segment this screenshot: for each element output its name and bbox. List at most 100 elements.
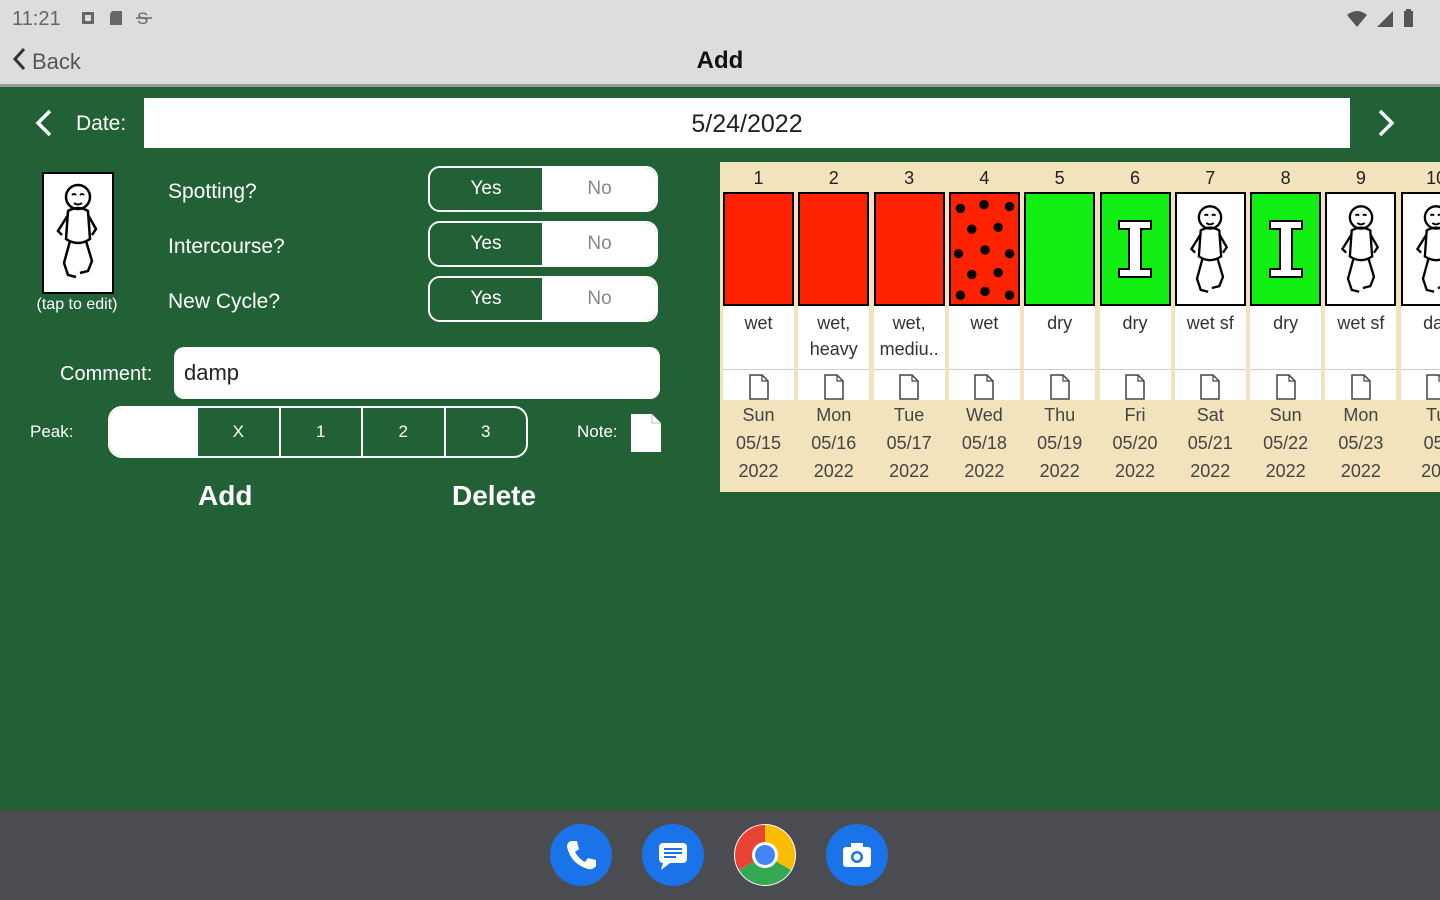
day-number: 1: [753, 168, 764, 188]
observation-text: wet: [723, 306, 794, 370]
date-label: Date:: [76, 112, 127, 135]
cycle-calendar: 1 wet Sun 05/15 2022 2 wet, heavy Mon 05/16 2022 3 w…: [720, 162, 1440, 492]
stamp-preview[interactable]: [42, 172, 114, 294]
day-year: 2022: [813, 461, 854, 481]
day-note-icon[interactable]: [1174, 370, 1246, 400]
day-note-icon[interactable]: [1024, 370, 1096, 400]
day-note-icon[interactable]: [1325, 370, 1397, 400]
new-cycle-no-option[interactable]: No: [543, 278, 656, 320]
day-year: 2022: [738, 461, 779, 481]
day-number: 9: [1355, 168, 1366, 188]
date-row: Date: 5/24/2022: [0, 98, 1440, 150]
green-i-stamp: [1250, 192, 1322, 306]
notification-square-icon: [80, 9, 96, 27]
peak-option-2[interactable]: 2: [361, 408, 444, 456]
day-number: 4: [979, 168, 990, 188]
red-dotted-stamp: [948, 192, 1020, 306]
spotting-no-option[interactable]: No: [543, 168, 656, 210]
day-date: 05/23: [1338, 433, 1384, 453]
observation-text: wet, mediu..: [873, 306, 945, 370]
baby-stamp: [1174, 192, 1246, 306]
new-cycle-label: New Cycle?: [168, 290, 281, 313]
day-date: 05/15: [735, 433, 782, 453]
note-label: Note:: [577, 422, 618, 441]
signal-icon: [1376, 10, 1394, 33]
observation-text: dry: [1250, 306, 1322, 370]
day-note-icon[interactable]: [873, 370, 945, 400]
day-date: 05/22: [1263, 433, 1309, 453]
next-date-button[interactable]: [1374, 108, 1398, 143]
day-note-icon[interactable]: [1099, 370, 1171, 400]
intercourse-yes-option[interactable]: Yes: [430, 223, 543, 265]
observation-text: wet: [948, 306, 1020, 370]
observation-line: wet: [744, 313, 773, 333]
baby-stamp: [1400, 192, 1440, 306]
day-year: 2022: [889, 461, 930, 481]
day-date: 05/21: [1187, 433, 1233, 453]
spotting-yes-option[interactable]: Yes: [430, 168, 543, 210]
day-note-icon[interactable]: [1400, 370, 1440, 400]
day-date: 05/19: [1037, 433, 1083, 453]
day-note-icon[interactable]: [948, 370, 1020, 400]
peak-option-x[interactable]: X: [196, 408, 279, 456]
peak-option-1[interactable]: 1: [278, 408, 362, 456]
observation-line: wet sf: [1337, 313, 1385, 333]
intercourse-toggle: Yes No: [428, 221, 658, 267]
status-time: 11:21: [12, 8, 61, 30]
day-year: 2022: [1039, 461, 1080, 481]
status-notification-icons: S: [80, 9, 152, 28]
navigation-bar: Back Add: [0, 38, 1440, 87]
peak-option-3[interactable]: 3: [443, 408, 527, 456]
page-title: Add: [696, 47, 744, 74]
day-year: 2022: [1190, 461, 1231, 481]
day-note-icon[interactable]: [1250, 370, 1322, 400]
intercourse-no-option[interactable]: No: [543, 223, 656, 265]
calendar-day-column[interactable]: 4 wet Wed 05/18 2022: [948, 162, 1021, 492]
new-cycle-yes-option[interactable]: Yes: [430, 278, 543, 320]
day-dow: Tu: [1426, 405, 1440, 425]
new-cycle-toggle: Yes No: [428, 276, 658, 322]
comment-input[interactable]: [174, 347, 660, 399]
observation-text: wet sf: [1174, 306, 1246, 370]
calendar-day-column[interactable]: 2 wet, heavy Mon 05/16 2022: [797, 162, 870, 492]
chrome-icon[interactable]: [734, 824, 796, 886]
phone-icon[interactable]: [550, 824, 612, 886]
observation-line: mediu..: [879, 339, 939, 359]
calendar-day-column[interactable]: 5 dry Thu 05/19 2022: [1023, 162, 1096, 492]
calendar-day-column[interactable]: 10 dar Tu 05/202: [1400, 162, 1440, 492]
green-stamp: [1024, 192, 1096, 306]
day-note-icon[interactable]: [798, 370, 870, 400]
day-dow: Wed: [966, 405, 1003, 425]
spotting-toggle: Yes No: [428, 166, 658, 212]
day-number: 8: [1280, 168, 1291, 188]
calendar-day-column[interactable]: 1 wet Sun 05/15 2022: [722, 162, 795, 492]
day-number: 10: [1426, 168, 1440, 188]
day-note-icon[interactable]: [723, 370, 794, 400]
calendar-day-column[interactable]: 3 wet, mediu.. Tue 05/17 2022: [873, 162, 946, 492]
day-year: 2022: [1114, 461, 1156, 481]
peak-none-option[interactable]: [110, 408, 196, 456]
camera-icon[interactable]: [826, 824, 888, 886]
day-year: 2022: [1265, 461, 1306, 481]
day-number: 7: [1205, 168, 1216, 188]
note-document-icon[interactable]: [630, 413, 662, 458]
delete-button[interactable]: Delete: [452, 480, 536, 512]
observation-line: wet,: [892, 313, 926, 333]
calendar-day-column[interactable]: 7 wet sf Sat 05/21 2022: [1174, 162, 1247, 492]
calendar-day-column[interactable]: 6 dry Fri 05/20 2022: [1099, 162, 1172, 492]
date-field[interactable]: 5/24/2022: [144, 98, 1350, 148]
sd-card-icon: [108, 9, 124, 27]
s-app-icon: S: [136, 9, 152, 28]
add-button[interactable]: Add: [198, 480, 252, 512]
calendar-day-column[interactable]: 9 wet sf Mon 05/23 2022: [1324, 162, 1397, 492]
messages-icon[interactable]: [642, 824, 704, 886]
wifi-icon: [1346, 10, 1368, 33]
previous-date-button[interactable]: [32, 108, 56, 143]
red-stamp: [798, 192, 870, 306]
observation-line: wet,: [817, 313, 851, 333]
observation-text: dar: [1400, 306, 1440, 370]
day-number: 2: [828, 168, 839, 188]
calendar-day-column[interactable]: 8 dry Sun 05/22 2022: [1249, 162, 1322, 492]
observation-line: dar: [1423, 313, 1440, 333]
day-number: 6: [1129, 168, 1140, 188]
